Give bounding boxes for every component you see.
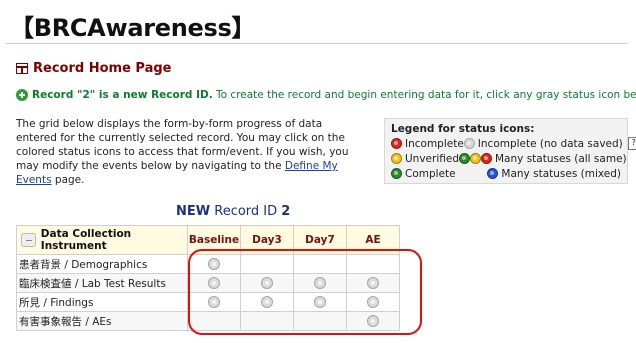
- gray-status-icon[interactable]: [261, 277, 273, 289]
- help-icon[interactable]: ?: [627, 137, 636, 150]
- grid-body: 患者背景 / Demographics 臨床検査値 / Lab Test Resu…: [16, 254, 400, 331]
- status-cell: [240, 273, 294, 293]
- instrument-header: Data Collection Instrument: [16, 225, 188, 255]
- instrument-name: 臨床検査値 / Lab Test Results: [16, 273, 188, 293]
- many-mixed-icon: [487, 168, 499, 179]
- grid-title-new: NEW: [176, 204, 211, 219]
- gray-status-icon[interactable]: [261, 296, 273, 308]
- status-cell: [293, 254, 347, 274]
- status-cell: [240, 311, 294, 331]
- gray-status-icon[interactable]: [314, 277, 326, 289]
- status-cell: [346, 273, 400, 293]
- status-cell: [346, 292, 400, 312]
- gray-status-icon[interactable]: [367, 296, 379, 308]
- new-record-bold: Record "2" is a new Record ID.: [32, 89, 213, 101]
- many-same-green-icon: [459, 153, 470, 164]
- status-cell: [187, 273, 241, 293]
- grid-description: The grid below displays the form-by-form…: [16, 117, 366, 187]
- record-status-grid: Data Collection Instrument Baseline Day3…: [16, 225, 400, 331]
- new-record-rest: To create the record and begin entering …: [212, 89, 636, 101]
- many-same-yellow-icon: [470, 153, 481, 164]
- table-row: 臨床検査値 / Lab Test Results: [16, 273, 400, 293]
- table-row: 有害事象報告 / AEs: [16, 311, 400, 331]
- page-title: 【BRCAwareness】: [10, 14, 256, 42]
- status-cell: [293, 292, 347, 312]
- table-row: 所見 / Findings: [16, 292, 400, 312]
- record-home-label: Record Home Page: [33, 61, 172, 76]
- many-same-red-icon: [481, 153, 492, 164]
- status-cell: [240, 292, 294, 312]
- status-cell: [187, 311, 241, 331]
- legend-many-same: Many statuses (all same): [495, 152, 627, 165]
- table-icon: [16, 63, 28, 74]
- gray-status-icon[interactable]: [208, 296, 220, 308]
- description-suffix: page.: [51, 174, 85, 186]
- status-cell: [293, 273, 347, 293]
- page-header: 【BRCAwareness】: [6, 6, 628, 44]
- status-cell: [346, 254, 400, 274]
- gray-status-icon[interactable]: [208, 258, 220, 270]
- gray-status-icon[interactable]: [367, 315, 379, 327]
- status-cell: [240, 254, 294, 274]
- event-header-day3: Day3: [240, 225, 294, 255]
- event-header-ae: AE: [346, 225, 400, 255]
- legend-unverified: Unverified: [405, 152, 459, 165]
- status-cell: [187, 254, 241, 274]
- instrument-name: 所見 / Findings: [16, 292, 188, 312]
- gray-status-icon[interactable]: [208, 277, 220, 289]
- legend-title: Legend for status icons:: [391, 123, 535, 135]
- grid-title: NEW Record ID 2: [176, 204, 290, 219]
- no-data-icon: [463, 138, 475, 149]
- legend-many-mixed: Many statuses (mixed): [501, 167, 621, 180]
- gray-status-icon[interactable]: [367, 277, 379, 289]
- event-header-baseline: Baseline: [187, 225, 241, 255]
- legend-complete: Complete: [405, 167, 456, 180]
- instrument-name: 患者背景 / Demographics: [16, 254, 188, 274]
- plus-circle-icon: [16, 89, 28, 101]
- event-header-day7: Day7: [293, 225, 347, 255]
- table-row: 患者背景 / Demographics: [16, 254, 400, 274]
- incomplete-icon: [391, 138, 402, 149]
- new-record-notice: Record "2" is a new Record ID. To create…: [16, 89, 636, 101]
- legend-incomplete-no-data: Incomplete (no data saved): [477, 137, 623, 150]
- status-legend: Legend for status icons: Incomplete Inco…: [384, 118, 636, 184]
- complete-icon: [391, 168, 402, 179]
- grid-title-mid: Record ID: [210, 204, 282, 219]
- collapse-icon[interactable]: [21, 233, 36, 247]
- instrument-name: 有害事象報告 / AEs: [16, 311, 188, 331]
- gray-status-icon[interactable]: [314, 296, 326, 308]
- legend-incomplete: Incomplete: [405, 137, 464, 150]
- grid-record-id: 2: [281, 204, 291, 219]
- unverified-icon: [391, 153, 402, 164]
- status-cell: [187, 292, 241, 312]
- record-home-title: Record Home Page: [16, 61, 171, 76]
- instrument-header-label: Data Collection Instrument: [40, 228, 132, 252]
- status-cell: [293, 311, 347, 331]
- status-cell: [346, 311, 400, 331]
